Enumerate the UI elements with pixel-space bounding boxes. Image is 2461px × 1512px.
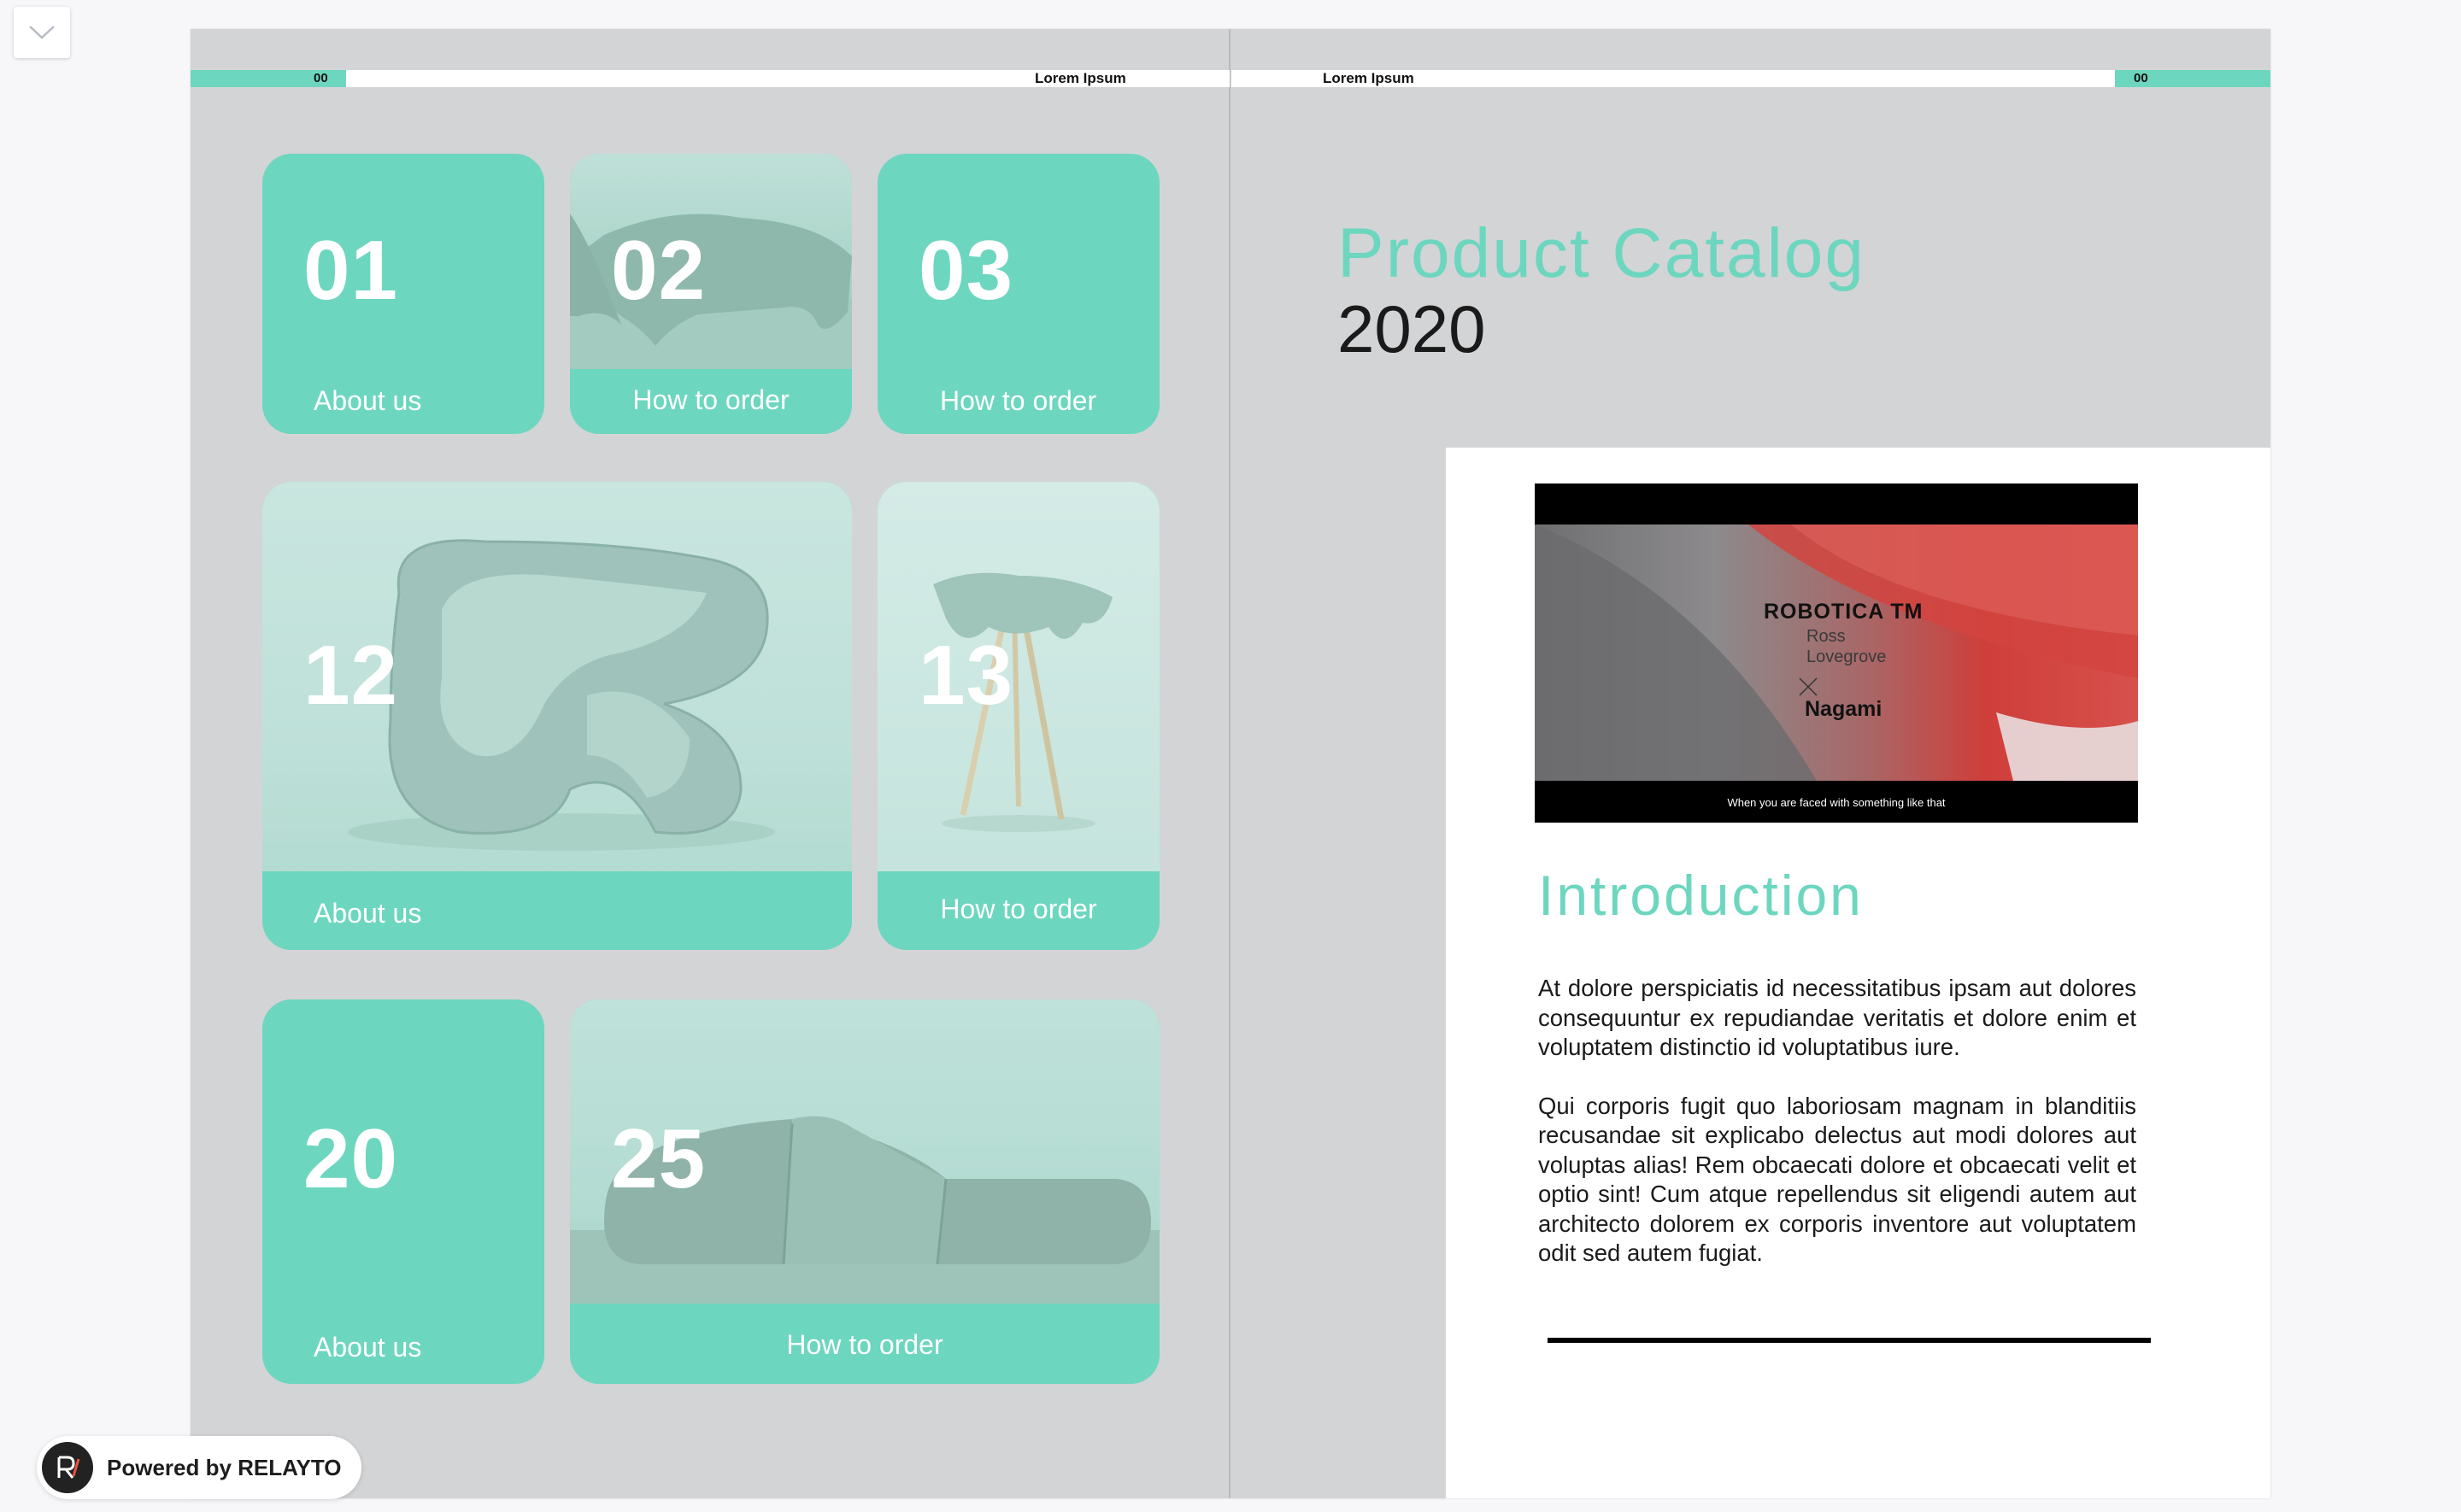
tile-25-how-to-order[interactable]: 25 How to order: [570, 999, 1160, 1384]
video-frame: ROBOTICA TM Ross Lovegrove X Nagami: [1535, 525, 2138, 781]
video-designer-first: Ross: [1806, 627, 1846, 646]
left-running-title: Lorem Ipsum: [1035, 70, 1126, 86]
tile-01-about-us[interactable]: 01 About us: [262, 154, 544, 434]
tile-12-about-us[interactable]: 12 About us: [262, 482, 852, 950]
tile-band: How to order: [570, 1304, 1160, 1384]
tile-number: 01: [303, 223, 399, 317]
tile-03-how-to-order[interactable]: 03 How to order: [878, 154, 1160, 434]
catalog-year: 2020: [1337, 291, 1486, 366]
video-brand: ROBOTICA TM: [1764, 600, 1924, 624]
video-designer-last: Lovegrove: [1806, 648, 1887, 666]
video-subtitle: When you are faced with something like t…: [1727, 796, 1946, 809]
video-player[interactable]: ROBOTICA TM Ross Lovegrove X Nagami When…: [1535, 483, 2138, 823]
video-partner: Nagami: [1805, 697, 1882, 721]
right-running-title: Lorem Ipsum: [1323, 70, 1414, 86]
tile-label: How to order: [632, 384, 790, 415]
left-page-number-tab: 00: [191, 70, 346, 87]
relayto-logo-icon: [42, 1442, 93, 1493]
intro-paragraph-1: At dolore perspiciatis id necessitatibus…: [1538, 975, 2136, 1060]
tile-02-how-to-order[interactable]: 02 How to order: [570, 154, 852, 434]
tile-13-how-to-order[interactable]: 13 How to order: [878, 482, 1160, 950]
powered-by-badge[interactable]: Powered by RELAYTO: [37, 1436, 361, 1499]
tile-number: 12: [303, 628, 399, 722]
tile-label: How to order: [940, 385, 1097, 416]
intro-body: At dolore perspiciatis id necessitatibus…: [1538, 974, 2136, 1298]
tile-number: 25: [611, 1111, 707, 1205]
catalog-title: Product Catalog: [1337, 214, 1866, 292]
tile-number: 20: [303, 1111, 399, 1205]
tile-number: 13: [919, 628, 1014, 722]
book-spine: [1229, 29, 1230, 1498]
tile-label: How to order: [786, 1329, 943, 1360]
tile-label: About us: [314, 385, 422, 416]
tile-band: How to order: [878, 871, 1160, 950]
section-divider: [1548, 1338, 2151, 1343]
tile-20-about-us[interactable]: 20 About us: [262, 999, 544, 1384]
right-page-number: 00: [2134, 71, 2148, 85]
left-page-number: 00: [314, 71, 328, 85]
tile-label: About us: [314, 898, 422, 929]
collapse-toggle-button[interactable]: [14, 7, 70, 58]
tile-label: About us: [314, 1332, 422, 1363]
tile-label: How to order: [940, 894, 1097, 924]
tile-band: How to order: [570, 369, 852, 434]
powered-by-label: Powered by RELAYTO: [107, 1454, 342, 1480]
tile-number: 02: [611, 223, 707, 317]
tile-band: About us: [262, 871, 852, 950]
intro-title: Introduction: [1538, 864, 1864, 927]
tile-number: 03: [919, 223, 1014, 317]
right-page-number-tab: 00: [2115, 70, 2270, 87]
intro-paragraph-2: Qui corporis fugit quo laboriosam magnam…: [1538, 1092, 2136, 1267]
chevron-down-icon: [29, 26, 55, 39]
